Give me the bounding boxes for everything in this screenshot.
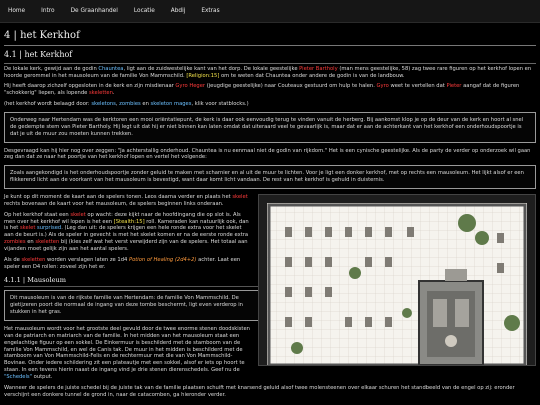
read-aloud-box-1: Onderweg naar Hertendam was de kerktoren… bbox=[4, 112, 536, 143]
puzzle-paragraph: Wanneer de spelers de juiste schedel bij… bbox=[4, 384, 515, 398]
map-paper bbox=[267, 203, 527, 366]
map-section: Je kunt op dit moment de kaart aan de sp… bbox=[4, 194, 536, 398]
monster-zombies: zombies bbox=[4, 239, 26, 246]
top-nav: Home Intro De Graanhandel Locatie Abdij … bbox=[0, 0, 540, 23]
npc-pieter-2: Pieter bbox=[446, 83, 462, 90]
nav-home[interactable]: Home bbox=[3, 0, 33, 23]
intro-paragraph: De lokale kerk, gewijd aan de godin Chau… bbox=[4, 65, 532, 79]
map-drawing bbox=[267, 203, 527, 366]
nav-abdij[interactable]: Abdij bbox=[163, 0, 194, 23]
npc-gyro-2: Gyro bbox=[376, 83, 389, 90]
gate-paragraph: Desgevraagd kan hij hier nog over zeggen… bbox=[4, 147, 531, 161]
nav-extras[interactable]: Extras bbox=[193, 0, 227, 23]
religion-check: [Religion:15] bbox=[186, 72, 220, 79]
nav-locatie[interactable]: Locatie bbox=[126, 0, 163, 23]
main-content: 4 | het Kerkhof 4.1 | het Kerkhof De lok… bbox=[4, 29, 536, 403]
gyro-paragraph: Hij heeft daarop zichzelf opgesloten in … bbox=[4, 83, 520, 97]
section-title: 4.1 | het Kerkhof bbox=[4, 50, 536, 64]
zombies-link[interactable]: zombies bbox=[119, 101, 141, 107]
page-title: 4 | het Kerkhof bbox=[4, 29, 536, 47]
monster-skelet-3: skelet bbox=[19, 225, 36, 232]
skeleton-mages-link[interactable]: skeleton mages bbox=[151, 101, 192, 107]
npc-gyro: Gyro Heger bbox=[175, 83, 206, 90]
schedels-link[interactable]: "Schedels" bbox=[4, 374, 32, 380]
graveyard-map-image bbox=[258, 194, 536, 367]
skeletons-link[interactable]: skeletons bbox=[91, 101, 116, 107]
stealth-check: [Stealth:15] bbox=[113, 218, 145, 225]
monster-skeletten-2: skeletten bbox=[35, 239, 60, 246]
monster-skelet: skelet bbox=[232, 194, 248, 201]
nav-graanhandel[interactable]: De Graanhandel bbox=[63, 0, 126, 23]
chauntea-link[interactable]: Chauntea bbox=[98, 66, 123, 72]
npc-pieter: Pieter Bartholy bbox=[299, 65, 338, 72]
monster-skeletten-3: skeletten bbox=[21, 256, 46, 263]
read-aloud-box-2: Zoals aangekondigd is het onderhoudspoor… bbox=[4, 165, 536, 190]
monster-skelet-2: skelet bbox=[70, 211, 86, 218]
monster-skeletten: skeletten bbox=[88, 90, 113, 97]
nav-intro[interactable]: Intro bbox=[33, 0, 62, 23]
surprised-link[interactable]: surprised bbox=[37, 225, 61, 231]
potion-link[interactable]: Potion of Healing (2d4+2) bbox=[129, 257, 197, 263]
enemies-paragraph: (het kerkhof wordt belaagd door: skeleto… bbox=[4, 101, 249, 108]
